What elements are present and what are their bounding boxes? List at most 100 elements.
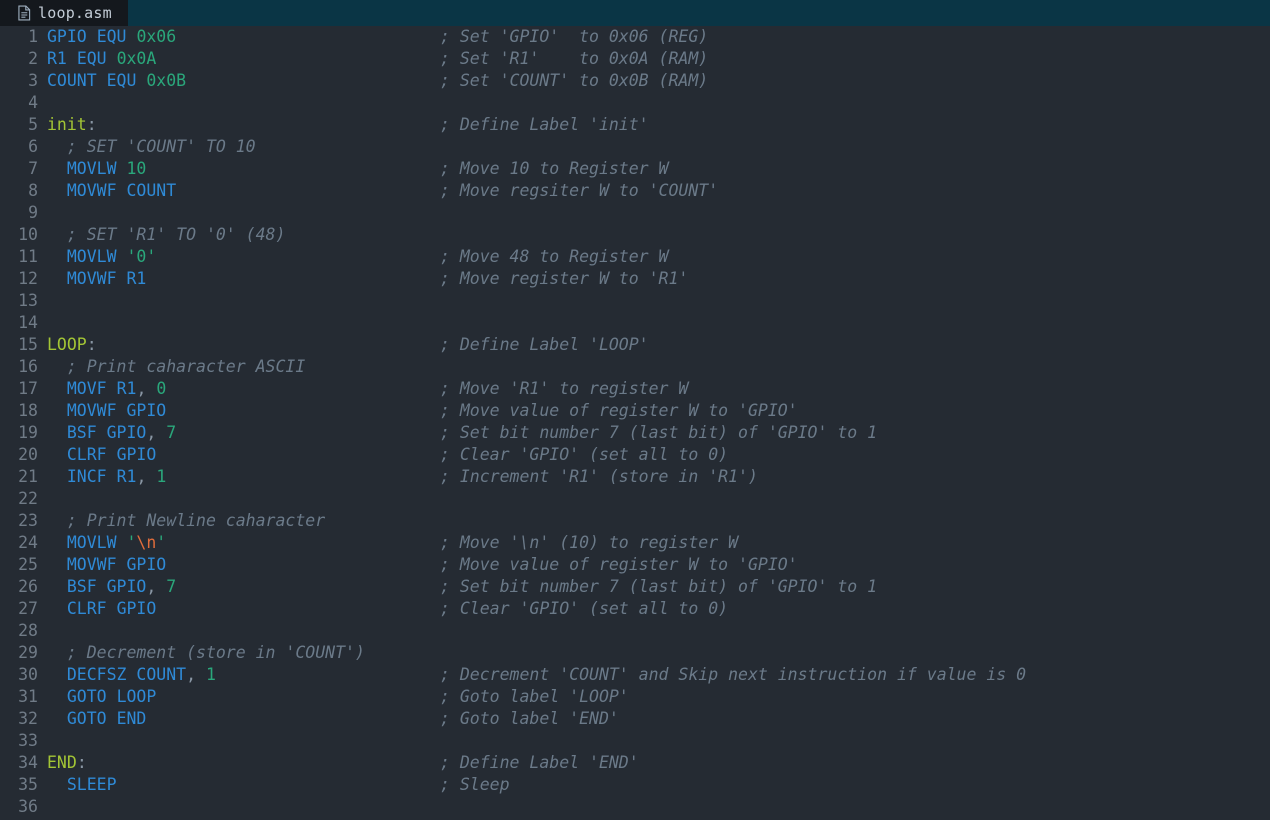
- code-line[interactable]: 12 MOVWF R1 ; Move register W to 'R1': [0, 268, 1270, 290]
- code-line[interactable]: 11 MOVLW '0' ; Move 48 to Register W: [0, 246, 1270, 268]
- token-id: END: [116, 709, 147, 728]
- code-line[interactable]: 6 ; SET 'COUNT' TO 10: [0, 136, 1270, 158]
- code-tokens: BSF GPIO, 7: [47, 577, 176, 596]
- code-line[interactable]: 14: [0, 312, 1270, 334]
- code-line[interactable]: 22: [0, 488, 1270, 510]
- code-line-content[interactable]: MOVWF GPIO ; Move value of register W to …: [47, 554, 1270, 576]
- code-line[interactable]: 26 BSF GPIO, 7 ; Set bit number 7 (last b…: [0, 576, 1270, 598]
- code-line[interactable]: 24 MOVLW '\n' ; Move '\n' (10) to registe…: [0, 532, 1270, 554]
- token-sp: [117, 401, 127, 420]
- code-line-content[interactable]: ; Decrement (store in 'COUNT'): [47, 642, 1270, 664]
- code-line-content[interactable]: MOVWF R1 ; Move register W to 'R1': [47, 268, 1270, 290]
- token-sp: [126, 665, 136, 684]
- line-number: 10: [18, 225, 38, 244]
- code-line[interactable]: 5 init: ; Define Label 'init': [0, 114, 1270, 136]
- code-line[interactable]: 36: [0, 796, 1270, 818]
- code-tokens: INCF R1, 1: [47, 467, 166, 486]
- code-line-content[interactable]: COUNT EQU 0x0B ; Set 'COUNT' to 0x0B (RAM…: [47, 70, 1270, 92]
- line-number: 18: [18, 401, 38, 420]
- code-line-content[interactable]: GOTO END ; Goto label 'END': [47, 708, 1270, 730]
- code-line-content[interactable]: MOVLW 10 ; Move 10 to Register W: [47, 158, 1270, 180]
- code-line[interactable]: 16 ; Print caharacter ASCII: [0, 356, 1270, 378]
- code-line[interactable]: 20 CLRF GPIO ; Clear 'GPIO' (set all to 0…: [0, 444, 1270, 466]
- code-line[interactable]: 33: [0, 730, 1270, 752]
- code-line[interactable]: 30 DECFSZ COUNT, 1 ; Decrement 'COUNT' an…: [0, 664, 1270, 686]
- line-number: 4: [28, 93, 38, 112]
- code-line-content[interactable]: ; Print caharacter ASCII: [47, 356, 1270, 378]
- code-line-content[interactable]: ; SET 'R1' TO '0' (48): [47, 224, 1270, 246]
- code-line-content[interactable]: BSF GPIO, 7 ; Set bit number 7 (last bit)…: [47, 422, 1270, 444]
- token-sp: [107, 49, 117, 68]
- code-line-content[interactable]: MOVF R1, 0 ; Move 'R1' to register W: [47, 378, 1270, 400]
- code-line-content[interactable]: BSF GPIO, 7 ; Set bit number 7 (last bit)…: [47, 576, 1270, 598]
- code-line-content[interactable]: GOTO LOOP ; Goto label 'LOOP': [47, 686, 1270, 708]
- code-line[interactable]: 1 GPIO EQU 0x06 ; Set 'GPIO' to 0x06 (REG): [0, 26, 1270, 48]
- token-sp: [196, 665, 206, 684]
- code-editor[interactable]: 1 GPIO EQU 0x06 ; Set 'GPIO' to 0x06 (REG)…: [0, 26, 1270, 820]
- line-number: 1: [28, 27, 38, 46]
- code-line[interactable]: 32 GOTO END ; Goto label 'END': [0, 708, 1270, 730]
- code-line-content[interactable]: SLEEP ; Sleep: [47, 774, 1270, 796]
- code-line-content[interactable]: MOVLW '0' ; Move 48 to Register W: [47, 246, 1270, 268]
- code-line[interactable]: 31 GOTO LOOP ; Goto label 'LOOP': [0, 686, 1270, 708]
- code-line-content[interactable]: INCF R1, 1 ; Increment 'R1' (store in 'R1…: [47, 466, 1270, 488]
- code-line-content[interactable]: ; SET 'COUNT' TO 10: [47, 136, 1270, 158]
- trailing-comment: ; Move 'R1' to register W: [440, 379, 689, 398]
- code-tokens: MOVWF R1: [47, 269, 146, 288]
- code-line[interactable]: 18 MOVWF GPIO ; Move value of register W …: [0, 400, 1270, 422]
- code-line[interactable]: 28: [0, 620, 1270, 642]
- code-line[interactable]: 34 END: ; Define Label 'END': [0, 752, 1270, 774]
- code-line-content[interactable]: END: ; Define Label 'END': [47, 752, 1270, 774]
- code-line[interactable]: 8 MOVWF COUNT ; Move regsiter W to 'COUNT…: [0, 180, 1270, 202]
- token-sp: [107, 687, 117, 706]
- trailing-comment: ; Move 10 to Register W: [440, 159, 669, 178]
- code-tokens: CLRF GPIO: [47, 445, 156, 464]
- code-tokens: GPIO EQU 0x06: [47, 27, 176, 46]
- code-line[interactable]: 23 ; Print Newline caharacter: [0, 510, 1270, 532]
- code-line-content[interactable]: R1 EQU 0x0A ; Set 'R1' to 0x0A (RAM): [47, 48, 1270, 70]
- code-line[interactable]: 25 MOVWF GPIO ; Move value of register W …: [0, 554, 1270, 576]
- line-number: 9: [28, 203, 38, 222]
- code-line[interactable]: 27 CLRF GPIO ; Clear 'GPIO' (set all to 0…: [0, 598, 1270, 620]
- code-line-content[interactable]: CLRF GPIO ; Clear 'GPIO' (set all to 0): [47, 598, 1270, 620]
- code-tokens: MOVWF COUNT: [47, 181, 176, 200]
- code-line[interactable]: 7 MOVLW 10 ; Move 10 to Register W: [0, 158, 1270, 180]
- token-str: ': [156, 533, 167, 552]
- code-tokens: ; SET 'R1' TO '0' (48): [47, 225, 286, 244]
- token-num: 7: [166, 577, 177, 596]
- token-kw: CLRF: [66, 599, 107, 618]
- code-line[interactable]: 19 BSF GPIO, 7 ; Set bit number 7 (last b…: [0, 422, 1270, 444]
- code-line-content[interactable]: CLRF GPIO ; Clear 'GPIO' (set all to 0): [47, 444, 1270, 466]
- code-line-content[interactable]: MOVWF GPIO ; Move value of register W to …: [47, 400, 1270, 422]
- code-line[interactable]: 9: [0, 202, 1270, 224]
- line-number: 28: [18, 621, 38, 640]
- code-line[interactable]: 10 ; SET 'R1' TO '0' (48): [0, 224, 1270, 246]
- code-line[interactable]: 2 R1 EQU 0x0A ; Set 'R1' to 0x0A (RAM): [0, 48, 1270, 70]
- trailing-comment: ; Set 'R1' to 0x0A (RAM): [440, 49, 709, 68]
- token-punc: :: [86, 335, 97, 354]
- code-line-content[interactable]: MOVLW '\n' ; Move '\n' (10) to register W: [47, 532, 1270, 554]
- code-line-content[interactable]: MOVWF COUNT ; Move regsiter W to 'COUNT': [47, 180, 1270, 202]
- line-number: 36: [18, 797, 38, 816]
- code-line[interactable]: 4: [0, 92, 1270, 114]
- code-line[interactable]: 29 ; Decrement (store in 'COUNT'): [0, 642, 1270, 664]
- code-line[interactable]: 21 INCF R1, 1 ; Increment 'R1' (store in …: [0, 466, 1270, 488]
- code-line[interactable]: 17 MOVF R1, 0 ; Move 'R1' to register W: [0, 378, 1270, 400]
- tab-label: loop.asm: [38, 4, 112, 22]
- code-line-content[interactable]: LOOP: ; Define Label 'LOOP': [47, 334, 1270, 356]
- code-line[interactable]: 35 SLEEP ; Sleep: [0, 774, 1270, 796]
- code-line[interactable]: 13: [0, 290, 1270, 312]
- token-sp: [146, 379, 156, 398]
- token-sp: [97, 577, 107, 596]
- code-line-content[interactable]: DECFSZ COUNT, 1 ; Decrement 'COUNT' and S…: [47, 664, 1270, 686]
- token-sp: [117, 247, 127, 266]
- code-line-content[interactable]: GPIO EQU 0x06 ; Set 'GPIO' to 0x06 (REG): [47, 26, 1270, 48]
- token-sp: [47, 379, 67, 398]
- inline-comment: ; Print Newline caharacter: [47, 511, 326, 530]
- code-line[interactable]: 3 COUNT EQU 0x0B ; Set 'COUNT' to 0x0B (RA…: [0, 70, 1270, 92]
- code-line-content[interactable]: ; Print Newline caharacter: [47, 510, 1270, 532]
- editor-tab-loop-asm[interactable]: loop.asm: [13, 0, 128, 26]
- token-sp: [107, 599, 117, 618]
- code-line[interactable]: 15 LOOP: ; Define Label 'LOOP': [0, 334, 1270, 356]
- code-line-content[interactable]: init: ; Define Label 'init': [47, 114, 1270, 136]
